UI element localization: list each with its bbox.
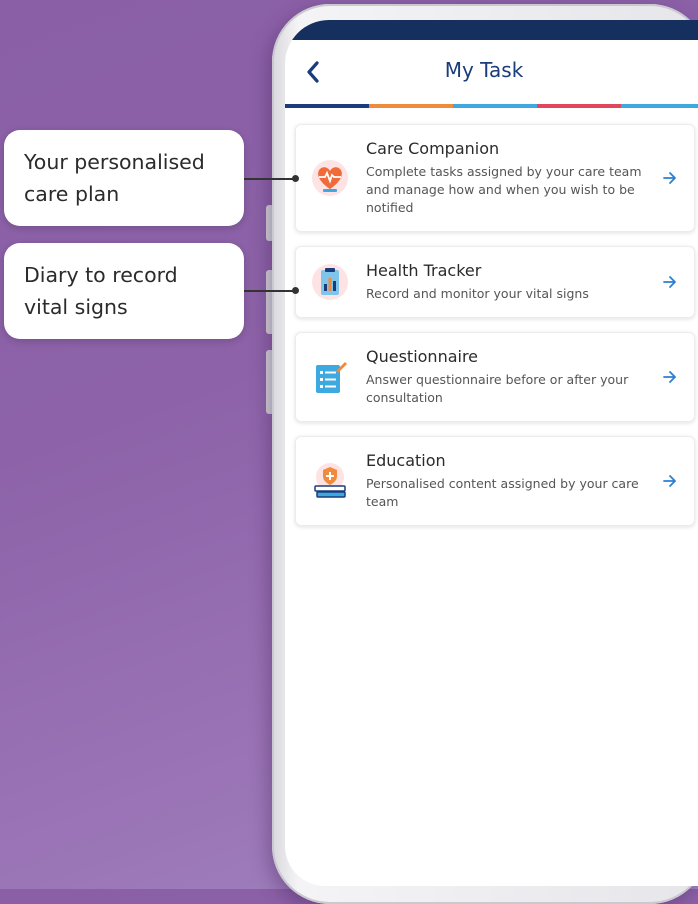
task-title: Education: [366, 451, 446, 470]
heart-monitor-icon: [312, 160, 348, 196]
task-list: Care Companion Complete tasks assigned b…: [285, 108, 698, 526]
arrow-right-icon: [663, 276, 676, 288]
stripe-segment: [453, 104, 537, 108]
task-description: Personalised content assigned by your ca…: [366, 476, 639, 509]
task-title: Care Companion: [366, 139, 500, 158]
stripe-segment: [621, 104, 698, 108]
books-shield-icon: [314, 463, 346, 498]
stripe-segment: [285, 104, 369, 108]
callout-leader-dot: [292, 175, 299, 182]
status-bar: [285, 20, 698, 40]
task-card-education[interactable]: Education Personalised content assigned …: [295, 436, 695, 526]
task-description: Record and monitor your vital signs: [366, 286, 589, 301]
header-color-stripe: [285, 104, 698, 108]
task-card-health-tracker[interactable]: Health Tracker Record and monitor your v…: [295, 246, 695, 318]
task-description: Complete tasks assigned by your care tea…: [366, 164, 642, 215]
clipboard-chart-icon: [312, 264, 348, 300]
checklist-icon: [316, 362, 347, 393]
arrow-right-icon: [663, 172, 676, 184]
task-title: Health Tracker: [366, 261, 482, 280]
task-title: Questionnaire: [366, 347, 479, 366]
callout-leader-dot: [292, 287, 299, 294]
task-card-care-companion[interactable]: Care Companion Complete tasks assigned b…: [295, 124, 695, 232]
stripe-segment: [369, 104, 453, 108]
page-title: My Task: [444, 58, 524, 82]
arrow-right-icon: [663, 371, 676, 383]
task-card-questionnaire[interactable]: Questionnaire Answer questionnaire befor…: [295, 332, 695, 422]
phone-screen: My Task Care Companion Complete tasks as…: [285, 20, 698, 886]
callout-care-plan: Your personalised care plan: [4, 130, 244, 226]
app-header: My Task: [285, 40, 698, 104]
callout-leader-line: [244, 178, 296, 180]
callout-vital-signs: Diary to record vital signs: [4, 243, 244, 339]
callout-leader-line: [244, 290, 296, 292]
arrow-right-icon: [663, 475, 676, 487]
task-description: Answer questionnaire before or after you…: [366, 372, 629, 405]
stripe-segment: [537, 104, 621, 108]
